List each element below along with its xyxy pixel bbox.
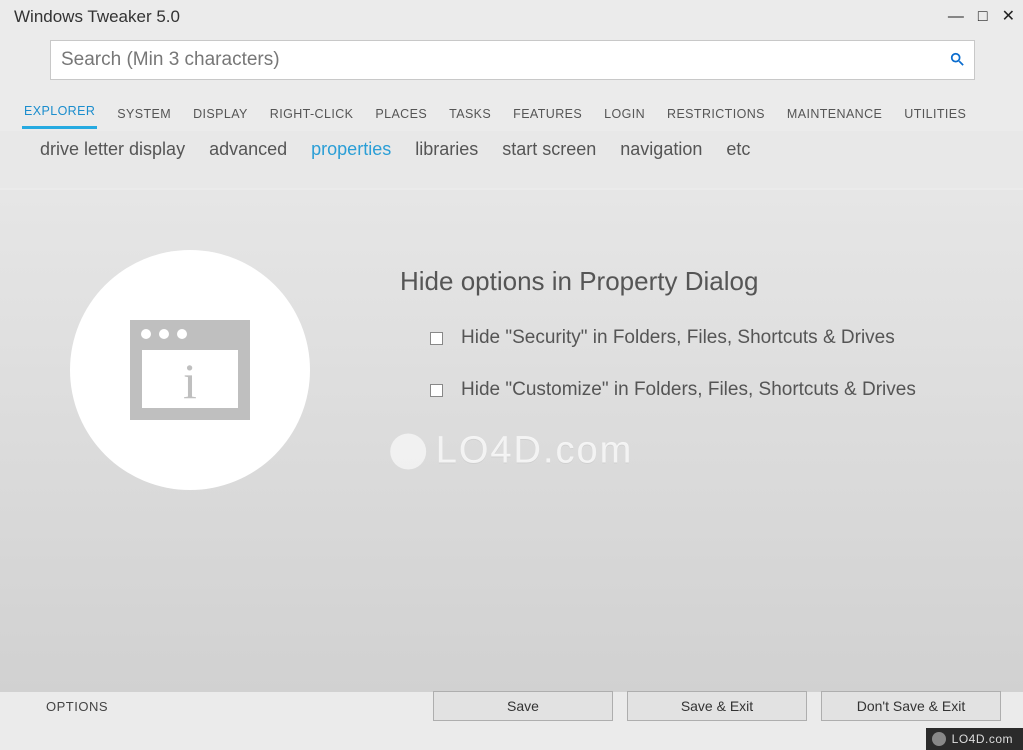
close-icon[interactable]: ✕: [1002, 9, 1015, 25]
content-pane: Hide options in Property Dialog Hide "Se…: [310, 250, 983, 692]
subtab-etc[interactable]: etc: [726, 139, 750, 160]
window-title: Windows Tweaker 5.0: [14, 7, 180, 27]
search-icon[interactable]: [950, 52, 964, 69]
tab-utilities[interactable]: UTILITIES: [902, 103, 968, 129]
options-link[interactable]: OPTIONS: [46, 699, 419, 714]
globe-icon: [932, 732, 946, 746]
subtab-libraries[interactable]: libraries: [415, 139, 478, 160]
subtab-advanced[interactable]: advanced: [209, 139, 287, 160]
section-title: Hide options in Property Dialog: [400, 266, 983, 297]
titlebar: Windows Tweaker 5.0 — □ ✕: [0, 0, 1023, 34]
tab-system[interactable]: SYSTEM: [115, 103, 173, 129]
check-row-customize[interactable]: Hide "Customize" in Folders, Files, Shor…: [400, 379, 983, 401]
check-row-security[interactable]: Hide "Security" in Folders, Files, Short…: [400, 327, 983, 349]
footer: OPTIONS Save Save & Exit Don't Save & Ex…: [0, 686, 1023, 726]
save-exit-button[interactable]: Save & Exit: [627, 691, 807, 721]
subtab-start-screen[interactable]: start screen: [502, 139, 596, 160]
checkbox-icon[interactable]: [430, 332, 443, 345]
nav-secondary: drive letter display advanced properties…: [0, 131, 1023, 188]
save-button[interactable]: Save: [433, 691, 613, 721]
tab-places[interactable]: PLACES: [373, 103, 429, 129]
main-content: i Hide options in Property Dialog Hide "…: [0, 190, 1023, 692]
searchbar-wrap: [0, 34, 1023, 86]
nav-primary: EXPLORER SYSTEM DISPLAY RIGHT-CLICK PLAC…: [0, 86, 1023, 131]
tab-maintenance[interactable]: MAINTENANCE: [785, 103, 884, 129]
window-controls: — □ ✕: [948, 9, 1015, 25]
check-label: Hide "Security" in Folders, Files, Short…: [461, 327, 895, 349]
dont-save-exit-button[interactable]: Don't Save & Exit: [821, 691, 1001, 721]
subtab-drive-letter[interactable]: drive letter display: [40, 139, 185, 160]
tab-login[interactable]: LOGIN: [602, 103, 647, 129]
subtab-properties[interactable]: properties: [311, 139, 391, 160]
tab-right-click[interactable]: RIGHT-CLICK: [268, 103, 356, 129]
tab-features[interactable]: FEATURES: [511, 103, 584, 129]
check-label: Hide "Customize" in Folders, Files, Shor…: [461, 379, 916, 401]
tab-display[interactable]: DISPLAY: [191, 103, 250, 129]
minimize-icon[interactable]: —: [948, 9, 964, 25]
info-icon-circle: i: [70, 250, 310, 490]
maximize-icon[interactable]: □: [978, 9, 988, 25]
subtab-navigation[interactable]: navigation: [620, 139, 702, 160]
tab-restrictions[interactable]: RESTRICTIONS: [665, 103, 767, 129]
search-input[interactable]: [61, 49, 950, 71]
tab-explorer[interactable]: EXPLORER: [22, 100, 97, 129]
svg-text:i: i: [183, 353, 197, 409]
property-dialog-icon: i: [120, 300, 260, 440]
searchbar[interactable]: [50, 40, 975, 80]
checkbox-icon[interactable]: [430, 384, 443, 397]
source-badge: LO4D.com: [926, 728, 1023, 750]
tab-tasks[interactable]: TASKS: [447, 103, 493, 129]
badge-text: LO4D.com: [952, 732, 1013, 746]
